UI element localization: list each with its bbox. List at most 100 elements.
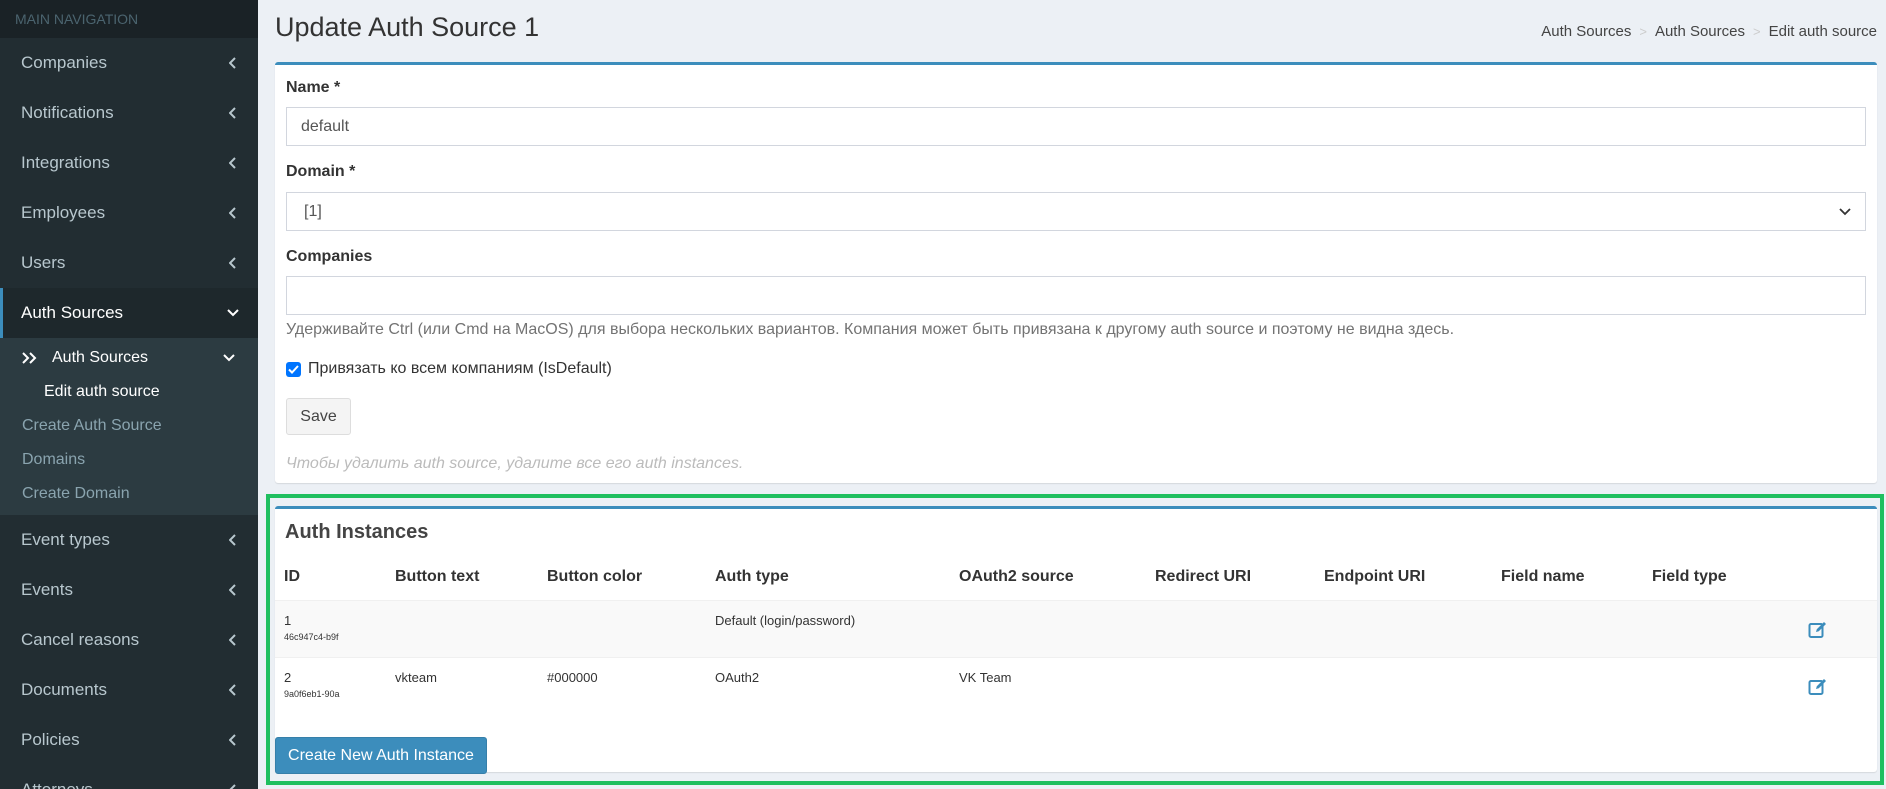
chevron-left-icon xyxy=(226,156,240,170)
breadcrumb-link[interactable]: Auth Sources xyxy=(1541,23,1631,40)
sidebar-item-label: Events xyxy=(21,580,73,599)
cell-auth-type: Default (login/password) xyxy=(715,613,856,628)
table-row: 1 46c947c4-b9f Default (login/password) xyxy=(275,600,1877,657)
cell-button-text: vkteam xyxy=(395,670,437,685)
column-header-field-name: Field name xyxy=(1501,568,1585,585)
sidebar-item-event-types[interactable]: Event types xyxy=(0,515,258,565)
column-header-endpoint-uri: Endpoint URI xyxy=(1324,568,1426,585)
sidebar-item-label: Companies xyxy=(21,53,107,72)
is-default-label: Привязать ко всем компаниям (IsDefault) xyxy=(308,360,612,377)
is-default-checkbox[interactable] xyxy=(286,361,301,377)
submenu-item-create-domain[interactable]: Create Domain xyxy=(0,477,258,511)
save-button[interactable]: Save xyxy=(286,398,351,435)
column-header-auth-type: Auth type xyxy=(715,568,789,585)
chevron-left-icon xyxy=(226,56,240,70)
check-icon xyxy=(288,364,299,374)
nav-header: MAIN NAVIGATION xyxy=(0,0,258,38)
column-header-button-text: Button text xyxy=(395,568,480,585)
chevron-left-icon xyxy=(226,783,240,789)
cell-id: 1 46c947c4-b9f xyxy=(284,613,339,642)
breadcrumb-link[interactable]: Auth Sources xyxy=(1655,23,1745,40)
chevron-down-icon xyxy=(222,354,236,362)
is-default-row: Привязать ко всем компаниям (IsDefault) xyxy=(286,360,612,378)
sidebar-item-users[interactable]: Users xyxy=(0,238,258,288)
delete-note: Чтобы удалить auth source, удалите все е… xyxy=(286,455,744,472)
sidebar-item-label: Integrations xyxy=(21,153,110,172)
submenu-item-label: Create Auth Source xyxy=(22,417,162,434)
row-id: 2 xyxy=(284,670,292,685)
column-header-field-type: Field type xyxy=(1652,568,1727,585)
sidebar-item-label: Auth Sources xyxy=(21,303,124,322)
sidebar-item-documents[interactable]: Documents xyxy=(0,665,258,715)
chevron-down-icon xyxy=(226,306,240,320)
name-input[interactable]: default xyxy=(286,107,1866,146)
table-row: 2 9a0f6eb1-90a vkteam #000000 OAuth2 VK … xyxy=(275,657,1877,714)
sidebar-item-events[interactable]: Events xyxy=(0,565,258,615)
domain-select[interactable]: [1] xyxy=(286,192,1866,231)
double-chevron-right-icon xyxy=(22,352,44,364)
column-header-button-color: Button color xyxy=(547,568,643,585)
submenu-item-auth-sources[interactable]: Auth Sources xyxy=(0,341,258,375)
sidebar-submenu-auth-sources: Auth Sources Edit auth source Create Aut… xyxy=(0,338,258,515)
domain-label: Domain * xyxy=(286,163,356,180)
auth-source-form: Name * default Domain * [1] Companies Уд… xyxy=(275,62,1877,483)
sidebar-item-cancel-reasons[interactable]: Cancel reasons xyxy=(0,615,258,665)
sidebar-item-label: Employees xyxy=(21,203,106,222)
row-uuid: 9a0f6eb1-90a xyxy=(284,689,340,699)
sidebar-item-label: Users xyxy=(21,253,66,272)
sidebar-item-notifications[interactable]: Notifications xyxy=(0,88,258,138)
breadcrumb: Auth Sources > Auth Sources > Edit auth … xyxy=(1541,23,1877,40)
chevron-left-icon xyxy=(226,106,240,120)
breadcrumb-separator: > xyxy=(1753,24,1761,39)
sidebar-item-companies[interactable]: Companies xyxy=(0,38,258,88)
auth-instances-panel: Auth Instances ID Button text Button col… xyxy=(275,506,1877,774)
chevron-left-icon xyxy=(226,733,240,747)
submenu-item-edit-auth-source[interactable]: Edit auth source xyxy=(0,375,258,409)
submenu-item-label: Auth Sources xyxy=(52,349,149,366)
row-id: 1 xyxy=(284,613,292,628)
cell-auth-type: OAuth2 xyxy=(715,670,760,685)
companies-multiselect[interactable] xyxy=(286,276,1866,315)
row-uuid: 46c947c4-b9f xyxy=(284,632,339,642)
column-header-redirect-uri: Redirect URI xyxy=(1155,568,1252,585)
cell-oauth2-source: VK Team xyxy=(959,670,1012,685)
submenu-item-label: Create Domain xyxy=(22,485,130,502)
main-content: Update Auth Source 1 Auth Sources > Auth… xyxy=(258,0,1886,789)
cell-button-color: #000000 xyxy=(547,670,598,685)
companies-label: Companies xyxy=(286,248,373,265)
create-auth-instance-button[interactable]: Create New Auth Instance xyxy=(275,737,487,774)
chevron-left-icon xyxy=(226,256,240,270)
submenu-item-label: Edit auth source xyxy=(44,383,160,400)
sidebar-item-label: Policies xyxy=(21,730,80,749)
column-header-id: ID xyxy=(284,568,300,585)
chevron-left-icon xyxy=(226,206,240,220)
domain-select-value: [1] xyxy=(304,202,322,220)
chevron-left-icon xyxy=(226,683,240,697)
sidebar-item-label: Notifications xyxy=(21,103,114,122)
chevron-left-icon xyxy=(226,533,240,547)
chevron-down-icon xyxy=(1839,203,1851,221)
sidebar-item-policies[interactable]: Policies xyxy=(0,715,258,765)
edit-icon[interactable] xyxy=(1808,677,1828,697)
sidebar-item-employees[interactable]: Employees xyxy=(0,188,258,238)
breadcrumb-current: Edit auth source xyxy=(1768,23,1877,40)
page-title: Update Auth Source 1 xyxy=(275,12,540,42)
sidebar-item-label: Cancel reasons xyxy=(21,630,140,649)
column-header-oauth2-source: OAuth2 source xyxy=(959,568,1074,585)
sidebar: MAIN NAVIGATION Companies Notifications … xyxy=(0,0,258,789)
edit-icon[interactable] xyxy=(1808,620,1828,640)
auth-instances-title: Auth Instances xyxy=(285,521,429,543)
sidebar-item-attorneys[interactable]: Attorneys xyxy=(0,765,258,789)
sidebar-item-label: Documents xyxy=(21,680,107,699)
name-label: Name * xyxy=(286,79,341,96)
sidebar-item-label: Attorneys xyxy=(21,780,226,789)
chevron-left-icon xyxy=(226,583,240,597)
sidebar-item-label: Event types xyxy=(21,530,110,549)
sidebar-item-integrations[interactable]: Integrations xyxy=(0,138,258,188)
submenu-item-create-auth-source[interactable]: Create Auth Source xyxy=(0,409,258,443)
companies-help-text: Удерживайте Ctrl (или Cmd на MacOS) для … xyxy=(286,321,1455,338)
sidebar-item-auth-sources[interactable]: Auth Sources xyxy=(0,288,258,338)
breadcrumb-separator: > xyxy=(1639,24,1647,39)
submenu-item-label: Domains xyxy=(22,451,86,468)
submenu-item-domains[interactable]: Domains xyxy=(0,443,258,477)
